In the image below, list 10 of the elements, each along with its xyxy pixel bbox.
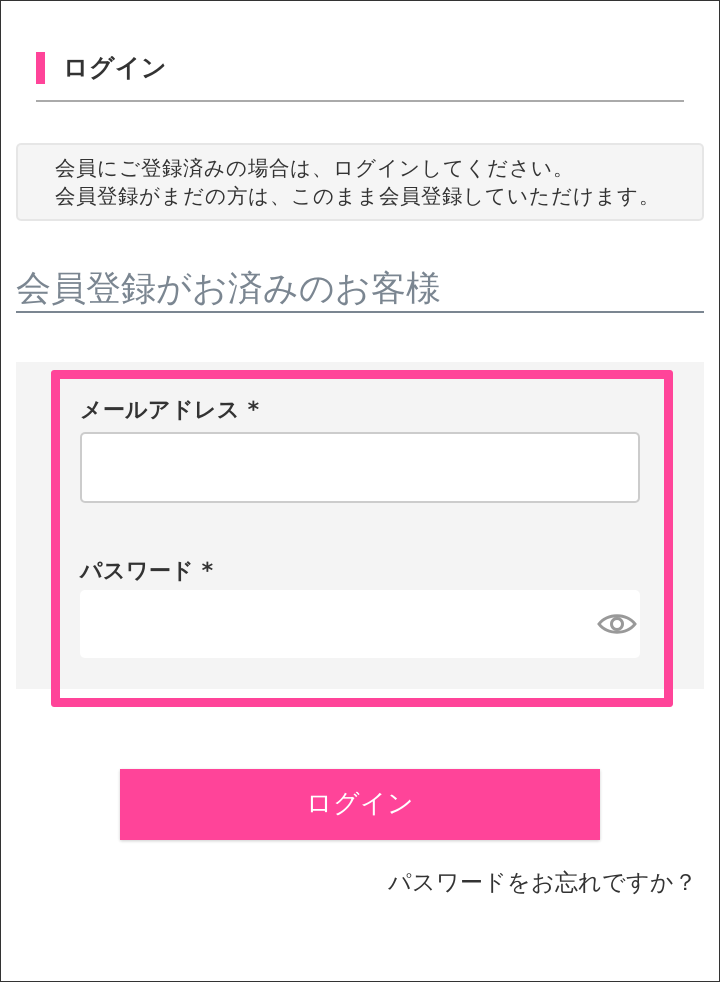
email-field[interactable] [80, 432, 640, 503]
accent-bar-icon [36, 52, 45, 84]
field-label: メールアドレス * [80, 397, 260, 425]
notice-text: 会員にご登録済みの場合は、ログインしてください。 [55, 155, 575, 182]
password-field[interactable] [80, 590, 640, 658]
forgot-password-link[interactable]: パスワードをお忘れですか？ [388, 870, 697, 896]
page-title: ログイン [63, 52, 167, 84]
field-label: パスワード * [80, 558, 214, 586]
notice-text: 会員登録がまだの方は、このまま会員登録していただけます。 [55, 183, 661, 210]
section-heading: 会員登録がお済みのお客様 [16, 267, 704, 313]
